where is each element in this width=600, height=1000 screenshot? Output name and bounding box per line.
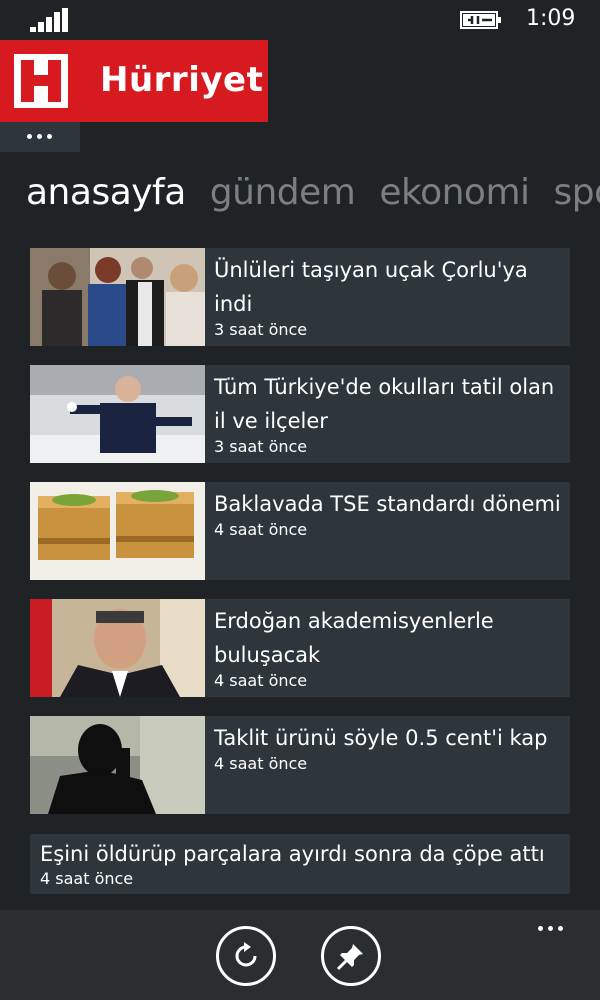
battery-charging-icon xyxy=(460,11,501,29)
signal-icon xyxy=(30,8,68,32)
tab-gundem[interactable]: gündem xyxy=(210,172,356,213)
news-item[interactable]: Eşini öldürüp parçalara ayırdı sonra da … xyxy=(30,834,570,894)
tab-anasayfa[interactable]: anasayfa xyxy=(26,172,186,213)
app-title: Hürriyet xyxy=(100,60,264,100)
news-thumbnail xyxy=(30,482,205,580)
news-headline: Eşini öldürüp parçalara ayırdı sonra da … xyxy=(40,842,545,866)
pivot-tabs: anasayfa gündem ekonomi spor xyxy=(26,172,600,228)
news-item[interactable]: Erdoğan akademisyenlerle buluşacak 4 saa… xyxy=(30,599,570,697)
tab-spor[interactable]: spor xyxy=(554,172,600,213)
news-item[interactable]: Baklavada TSE standardı dönemi 4 saat ön… xyxy=(30,482,570,580)
news-headline: Erdoğan akademisyenlerle buluşacak xyxy=(214,609,494,667)
clock: 1:09 xyxy=(526,6,576,31)
news-thumbnail xyxy=(30,599,205,697)
news-headline: Ünlüleri taşıyan uçak Çorlu'ya indi xyxy=(214,258,528,316)
header-more-button[interactable] xyxy=(0,122,80,152)
pin-button[interactable] xyxy=(321,926,381,986)
refresh-button[interactable] xyxy=(216,926,276,986)
news-time: 4 saat önce xyxy=(40,869,134,888)
news-headline: Baklavada TSE standardı dönemi xyxy=(214,492,561,516)
status-bar: 1:09 xyxy=(0,0,600,40)
news-time: 3 saat önce xyxy=(214,437,308,456)
news-item[interactable]: Taklit ürünü söyle 0.5 cent'i kap 4 saat… xyxy=(30,716,570,814)
app-header: Hürriyet xyxy=(0,40,268,122)
news-item[interactable]: Tüm Türkiye'de okulları tatil olan il ve… xyxy=(30,365,570,463)
pin-icon xyxy=(336,944,363,971)
news-thumbnail xyxy=(30,248,205,346)
news-time: 3 saat önce xyxy=(214,320,308,339)
news-time: 4 saat önce xyxy=(214,754,308,773)
news-thumbnail xyxy=(30,716,205,814)
news-time: 4 saat önce xyxy=(214,520,308,539)
app-bar xyxy=(0,910,600,1000)
news-headline: Taklit ürünü söyle 0.5 cent'i kap xyxy=(214,726,548,750)
ellipsis-icon xyxy=(27,134,52,139)
hurriyet-logo xyxy=(14,54,68,108)
refresh-icon xyxy=(235,942,257,967)
news-item[interactable]: Ünlüleri taşıyan uçak Çorlu'ya indi 3 sa… xyxy=(30,248,570,346)
app-bar-more-button[interactable] xyxy=(538,926,563,931)
news-time: 4 saat önce xyxy=(214,671,308,690)
tab-ekonomi[interactable]: ekonomi xyxy=(379,172,530,213)
news-thumbnail xyxy=(30,365,205,463)
news-headline: Tüm Türkiye'de okulları tatil olan il ve… xyxy=(214,375,555,433)
